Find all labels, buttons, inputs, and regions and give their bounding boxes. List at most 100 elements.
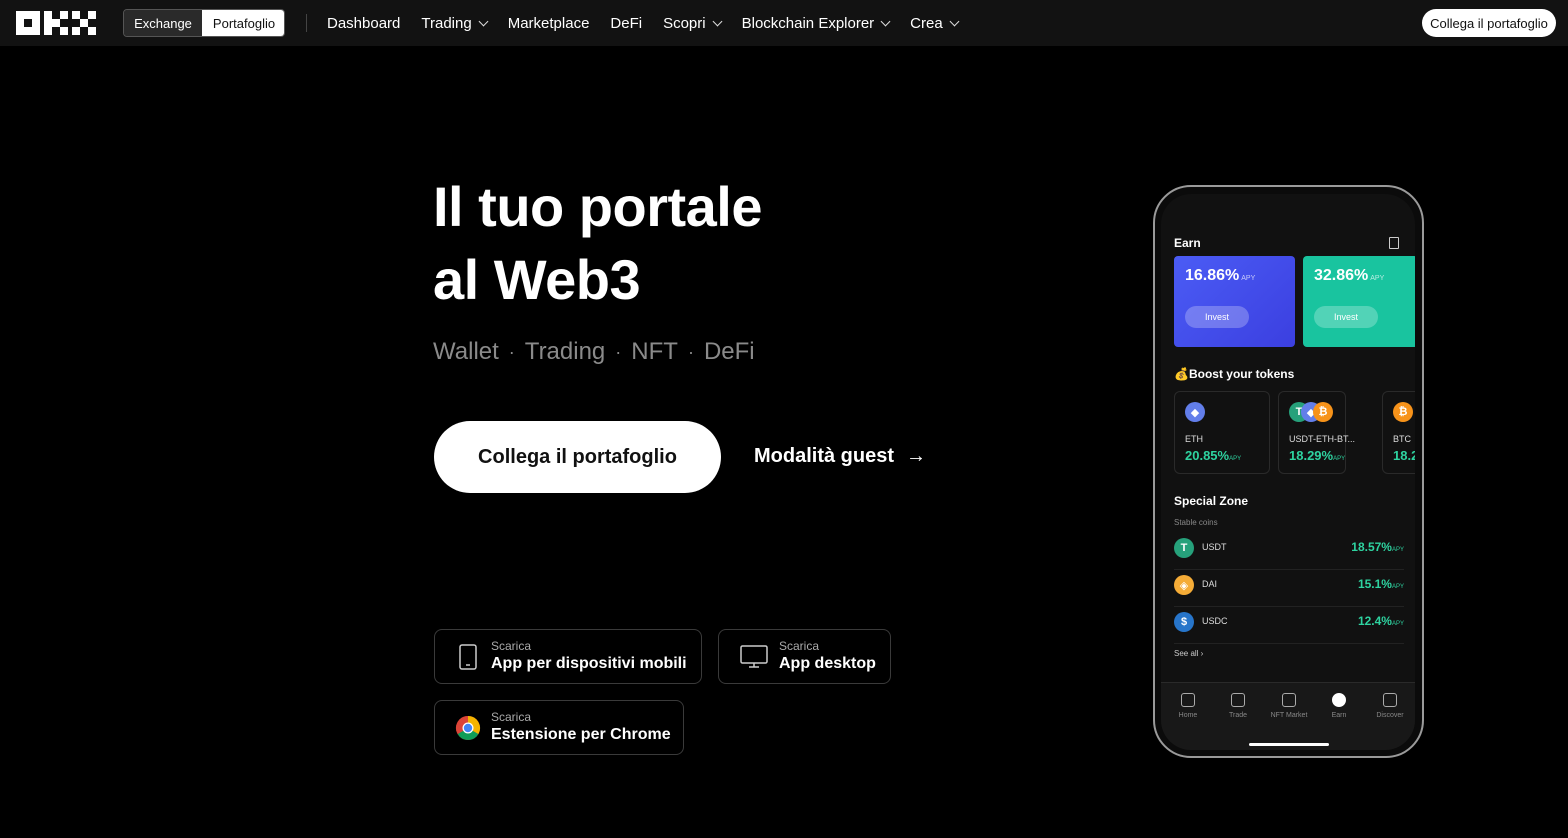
see-all-link: See all › <box>1174 649 1204 658</box>
token-card: ◆ ETH 20.85%APY <box>1174 391 1270 474</box>
apy-label: APY <box>1391 547 1404 553</box>
hero-title: Il tuo portale al Web3 <box>433 170 933 316</box>
menu-trading-label: Trading <box>421 14 472 32</box>
menu-blockchain-explorer[interactable]: Blockchain Explorer <box>742 15 891 32</box>
menu-dashboard[interactable]: Dashboard <box>327 15 400 32</box>
earn-card-pct: 32.86% <box>1314 267 1369 284</box>
btc-icon: ₿ <box>1313 402 1333 422</box>
hero-title-line2: al Web3 <box>433 248 641 311</box>
stablecoin-row: $ USDC 12.4%APY <box>1174 606 1404 644</box>
download-chrome-extension-button[interactable]: Scarica Estensione per Chrome <box>434 700 684 755</box>
phone-tab-home: Home <box>1168 693 1208 719</box>
btc-icon: ₿ <box>1393 402 1413 422</box>
top-nav: Exchange Portafoglio Dashboard Trading M… <box>0 0 1568 46</box>
stablecoin-apy: 15.1% <box>1357 577 1392 591</box>
invest-button: Invest <box>1314 306 1378 328</box>
stablecoin-name: DAI <box>1202 579 1218 589</box>
okx-logo[interactable] <box>16 11 96 35</box>
usdc-icon: $ <box>1174 612 1194 632</box>
token-apy: 18.2 <box>1393 448 1415 463</box>
apy-label: APY <box>1333 456 1346 462</box>
phone-tab-label: Trade <box>1228 712 1248 719</box>
earn-card-pct: 16.86% <box>1185 267 1240 284</box>
menu-marketplace-label: Marketplace <box>507 14 590 32</box>
apy-label: APY <box>1391 584 1404 590</box>
portfolio-tab[interactable]: Portafoglio <box>202 10 284 36</box>
usdt-icon: T <box>1174 538 1194 558</box>
earn-card: 16.86% APY Invest <box>1174 256 1295 347</box>
mobile-phone-icon <box>455 643 481 670</box>
apy-label: APY <box>1229 456 1242 462</box>
phone-tab-trade: Trade <box>1218 693 1258 719</box>
token-apy: 20.85% <box>1185 448 1230 463</box>
exchange-tab[interactable]: Exchange <box>124 10 202 36</box>
hero-tagline: Wallet · Trading · NFT · DeFi <box>433 338 755 366</box>
phone-tab-label: Discover <box>1376 712 1404 719</box>
download-chrome-small: Scarica <box>491 709 532 724</box>
download-desktop-label: App desktop <box>779 654 876 672</box>
earn-card: 32.86% APY Invest <box>1303 256 1415 347</box>
tagline-separator: · <box>687 341 694 362</box>
phone-screen: Earn 16.86% APY Invest 32.86% APY Invest 💰… <box>1161 194 1415 750</box>
eth-icon: ◆ <box>1185 402 1205 422</box>
menu-defi[interactable]: DeFi <box>610 15 642 32</box>
stablecoin-name: USDT <box>1202 542 1227 552</box>
phone-tab-label: NFT Market <box>1270 712 1308 719</box>
nft-icon <box>1282 693 1296 707</box>
download-mobile-app-button[interactable]: Scarica App per dispositivi mobili <box>434 629 702 684</box>
nav-divider <box>306 14 307 32</box>
menu-marketplace[interactable]: Marketplace <box>508 15 590 32</box>
tagline-wallet: Wallet <box>433 338 499 365</box>
download-desktop-small: Scarica <box>779 638 820 653</box>
menu-defi-label: DeFi <box>610 14 643 32</box>
connect-wallet-button[interactable]: Collega il portafoglio <box>434 421 721 493</box>
chrome-icon <box>455 715 481 741</box>
guest-mode-label: Modalità guest <box>754 445 895 467</box>
tagline-trading: Trading <box>524 338 606 365</box>
desktop-monitor-icon <box>739 644 769 670</box>
apy-label: APY <box>1391 621 1404 627</box>
menu-crea[interactable]: Crea <box>910 14 960 32</box>
token-apy: 18.29% <box>1289 448 1334 463</box>
apy-label: APY <box>1370 275 1385 282</box>
document-icon <box>1389 237 1399 249</box>
exchange-portfolio-switch: Exchange Portafoglio <box>123 9 285 37</box>
download-mobile-small: Scarica <box>491 638 532 653</box>
phone-tab-label: Home <box>1178 712 1198 719</box>
apy-label: APY <box>1241 275 1256 282</box>
dai-icon: ◈ <box>1174 575 1194 595</box>
menu-crea-label: Crea <box>910 14 943 32</box>
guest-mode-link[interactable]: Modalità guest → <box>754 445 926 468</box>
chevron-down-icon <box>880 16 891 26</box>
token-card: T ◆ ₿ USDT-ETH-BT... 18.29%APY <box>1278 391 1355 474</box>
phone-tab-label: Earn <box>1331 712 1347 719</box>
arrow-right-icon: → <box>906 445 927 467</box>
home-icon <box>1181 693 1195 707</box>
stablecoin-apy: 12.4% <box>1357 614 1392 628</box>
stablecoin-apy: 18.57% <box>1351 540 1392 554</box>
hero-title-line1: Il tuo portale <box>433 175 763 238</box>
menu-trading[interactable]: Trading <box>421 14 489 32</box>
chevron-down-icon <box>949 16 960 26</box>
menu-scopri[interactable]: Scopri <box>663 14 723 32</box>
invest-button: Invest <box>1185 306 1249 328</box>
chevron-down-icon <box>712 16 723 26</box>
token-card: ₿ BTC 18.2 <box>1382 391 1415 474</box>
stablecoin-row: ◈ DAI 15.1%APY <box>1174 569 1404 607</box>
menu-scopri-label: Scopri <box>663 14 706 32</box>
token-name: ETH <box>1185 434 1203 444</box>
tagline-separator: · <box>615 341 622 362</box>
download-desktop-app-button[interactable]: Scarica App desktop <box>718 629 891 684</box>
phone-earn-title: Earn <box>1174 236 1201 250</box>
special-zone-title: Special Zone <box>1174 494 1249 508</box>
tagline-defi: DeFi <box>703 338 755 365</box>
download-mobile-label: App per dispositivi mobili <box>491 654 687 672</box>
phone-tab-earn: Earn <box>1319 693 1359 719</box>
phone-home-indicator <box>1249 743 1329 746</box>
phone-tab-bar: Home Trade NFT Market Earn Discover <box>1161 682 1415 750</box>
phone-tab-discover: Discover <box>1370 693 1410 719</box>
trade-icon <box>1231 693 1245 707</box>
token-name: USDT-ETH-BT... <box>1289 434 1356 444</box>
connect-wallet-button-nav[interactable]: Collega il portafoglio <box>1422 9 1556 37</box>
special-zone-subtitle: Stable coins <box>1174 518 1218 527</box>
